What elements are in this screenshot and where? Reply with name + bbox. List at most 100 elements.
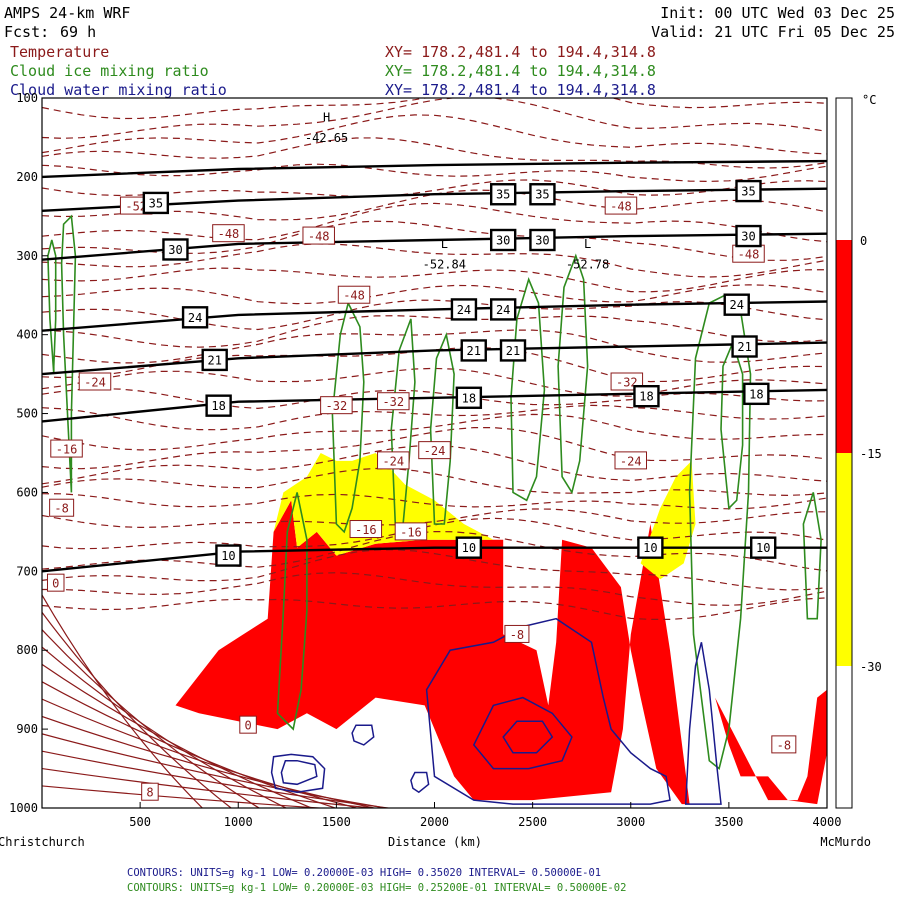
y-tick-label: 200 bbox=[16, 170, 38, 184]
colorbar-band bbox=[836, 666, 852, 808]
cloud-water-contour bbox=[684, 642, 722, 805]
extrema-letter: L bbox=[441, 237, 448, 251]
theta-label: 21 bbox=[737, 340, 751, 354]
temperature-label: -8 bbox=[777, 738, 791, 752]
temperature-label: 8 bbox=[146, 786, 153, 800]
theta-label: 10 bbox=[643, 541, 657, 555]
theta-label: 10 bbox=[462, 541, 476, 555]
theta-label: 10 bbox=[756, 541, 770, 555]
y-tick-label: 900 bbox=[16, 722, 38, 736]
temperature-label: -16 bbox=[355, 523, 377, 537]
temperature-solid-line bbox=[42, 750, 393, 808]
cloud-water-contour bbox=[280, 759, 318, 786]
y-tick-label: 800 bbox=[16, 643, 38, 657]
x-axis-ticks: 500 1000 1500 2000 2500 3000 3500 4000 bbox=[129, 802, 841, 829]
temperature-label: -8 bbox=[54, 502, 68, 516]
temperature-label: -16 bbox=[56, 443, 78, 457]
theta-label: 30 bbox=[741, 230, 755, 244]
extrema-value: -52.84 bbox=[423, 257, 466, 271]
footer-ice-contours: CONTOURS: UNITS=g kg-1 LOW= 0.20000E-03 … bbox=[127, 882, 626, 894]
x-tick-label: 2500 bbox=[518, 815, 547, 829]
extrema-letter: L bbox=[584, 237, 591, 251]
theta-label: 18 bbox=[749, 387, 763, 401]
y-tick-label: 700 bbox=[16, 564, 38, 578]
colorbar: 0 -15 -30 bbox=[835, 97, 882, 809]
y-tick-label: 600 bbox=[16, 485, 38, 499]
theta-label: 30 bbox=[496, 234, 510, 248]
temperature-label: 0 bbox=[52, 577, 59, 591]
temperature-label: -24 bbox=[84, 376, 106, 390]
temperature-dashed-line bbox=[42, 137, 827, 169]
theta-label: 21 bbox=[207, 353, 221, 367]
temperature-label: -32 bbox=[382, 395, 404, 409]
x-tick-label: 4000 bbox=[813, 815, 842, 829]
cloud-ice-contour bbox=[557, 253, 589, 495]
colorbar-tick-label: -30 bbox=[860, 660, 882, 674]
temperature-label: -48 bbox=[738, 248, 760, 262]
y-tick-label: 1000 bbox=[9, 801, 38, 815]
field-name-temperature: Temperature bbox=[10, 43, 109, 61]
theta-label: 24 bbox=[188, 311, 202, 325]
theta-contour-top bbox=[42, 159, 827, 179]
colorbar-tick-label: 0 bbox=[860, 234, 867, 248]
cloud-ice-contour bbox=[688, 294, 752, 771]
field-xy-cloud-water: XY= 178.2,481.4 to 194.4,314.8 bbox=[385, 81, 656, 99]
colorbar-band bbox=[836, 453, 852, 666]
cross-section-plot: -52-48 -48-48-48-48-32 -32-32-24-24 -24-24-… bbox=[42, 98, 827, 808]
field-name-cloud-ice: Cloud ice mixing ratio bbox=[10, 62, 209, 80]
temperature-dashed-line bbox=[42, 467, 827, 497]
temperature-label: -16 bbox=[400, 525, 422, 539]
theta-label: 30 bbox=[535, 234, 549, 248]
theta-label: 24 bbox=[457, 303, 471, 317]
x-tick-label: 1000 bbox=[224, 815, 253, 829]
theta-label: 21 bbox=[506, 344, 520, 358]
field-name-cloud-water: Cloud water mixing ratio bbox=[10, 81, 227, 99]
forecast-label: Fcst: bbox=[4, 23, 49, 41]
temperature-solid-line bbox=[42, 733, 390, 808]
x-tick-label: 3500 bbox=[714, 815, 743, 829]
theta-label: 24 bbox=[496, 303, 510, 317]
x-left-endpoint: Christchurch bbox=[0, 835, 85, 849]
temperature-label: -24 bbox=[620, 454, 642, 468]
chart-header: AMPS 24-km WRF Fcst: 69 h Init: 00 UTC W… bbox=[4, 4, 895, 99]
temperature-label: -48 bbox=[343, 289, 365, 303]
y-tick-label: 500 bbox=[16, 407, 38, 421]
x-right-endpoint: McMurdo bbox=[820, 835, 871, 849]
theta-label: 21 bbox=[467, 344, 481, 358]
x-tick-label: 2000 bbox=[420, 815, 449, 829]
theta-label: 35 bbox=[149, 196, 163, 210]
theta-label: 18 bbox=[462, 391, 476, 405]
temperature-label: -24 bbox=[424, 444, 446, 458]
cloud-water-contour bbox=[351, 724, 375, 746]
temperature-label: 0 bbox=[244, 719, 251, 733]
init-time: Init: 00 UTC Wed 03 Dec 25 bbox=[660, 4, 895, 22]
theta-label: 24 bbox=[729, 298, 743, 312]
temperature-dashed-line bbox=[42, 114, 827, 155]
theta-contour-30 bbox=[42, 232, 827, 261]
theta-label: 35 bbox=[535, 188, 549, 202]
temperature-label: -24 bbox=[382, 454, 404, 468]
temperature-label: -48 bbox=[610, 200, 632, 214]
field-xy-cloud-ice: XY= 178.2,481.4 to 194.4,314.8 bbox=[385, 62, 656, 80]
theta-label: 18 bbox=[639, 390, 653, 404]
extrema-letter: H bbox=[323, 111, 330, 125]
theta-contour-21 bbox=[42, 341, 827, 376]
x-axis-label: Distance (km) bbox=[388, 835, 482, 849]
extrema-value: -52.78 bbox=[566, 257, 609, 271]
theta-label: 35 bbox=[741, 185, 755, 199]
valid-time: Valid: 21 UTC Fri 05 Dec 25 bbox=[651, 23, 895, 41]
y-tick-label: 400 bbox=[16, 328, 38, 342]
temperature-label: -48 bbox=[218, 227, 240, 241]
temperature-label: -32 bbox=[326, 399, 348, 413]
x-tick-label: 500 bbox=[129, 815, 151, 829]
colorbar-band bbox=[836, 98, 852, 240]
temperature-dashed-line bbox=[42, 98, 827, 139]
colorbar-unit: °C bbox=[862, 93, 876, 107]
temperature-label: -48 bbox=[308, 230, 330, 244]
cloud-ice-contour bbox=[720, 340, 744, 510]
forecast-hours: 69 h bbox=[60, 23, 96, 41]
temperature-label: -8 bbox=[510, 628, 524, 642]
theta-label: 18 bbox=[211, 399, 225, 413]
x-tick-label: 3000 bbox=[616, 815, 645, 829]
x-tick-label: 1500 bbox=[322, 815, 351, 829]
